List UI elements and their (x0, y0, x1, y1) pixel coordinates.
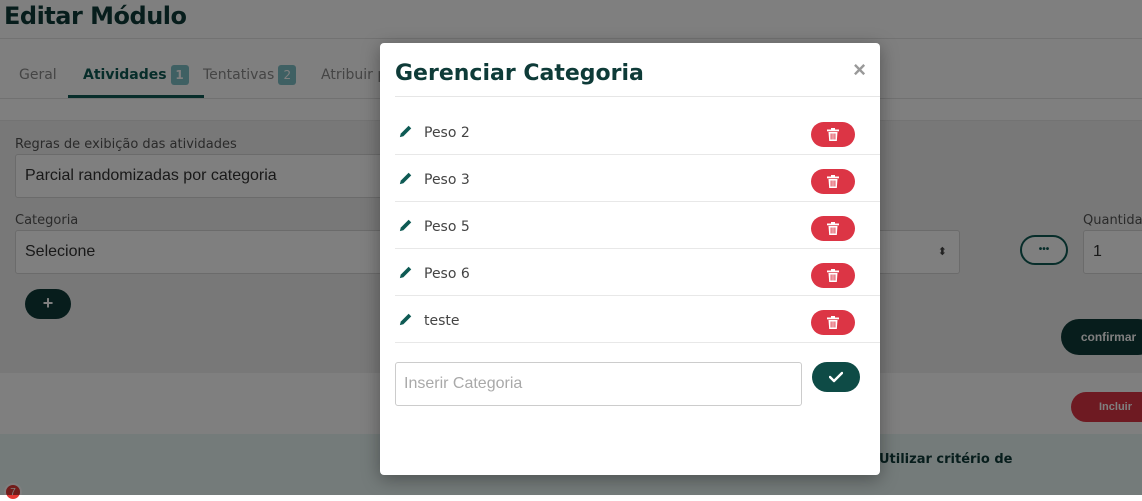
category-row: Peso 6 (395, 249, 880, 296)
modal-title: Gerenciar Categoria (395, 61, 644, 86)
category-name: teste (424, 313, 460, 329)
category-name: Peso 6 (424, 266, 470, 282)
category-name: Peso 5 (424, 219, 470, 235)
trash-icon (827, 222, 839, 235)
delete-category-button[interactable] (811, 263, 855, 288)
delete-category-button[interactable] (811, 216, 855, 241)
category-row: Peso 5 (395, 202, 880, 249)
trash-icon (827, 269, 839, 282)
pencil-icon[interactable] (399, 312, 413, 326)
trash-icon (827, 316, 839, 329)
delete-category-button[interactable] (811, 122, 855, 147)
pencil-icon[interactable] (399, 171, 413, 185)
category-row: Peso 2 (395, 108, 880, 155)
manage-category-modal: Gerenciar Categoria × Peso 2 Peso 3 Peso 5… (380, 43, 880, 475)
category-name: Peso 3 (424, 172, 470, 188)
check-icon (829, 371, 843, 383)
modal-divider (395, 96, 880, 97)
category-name: Peso 2 (424, 125, 470, 141)
delete-category-button[interactable] (811, 310, 855, 335)
delete-category-button[interactable] (811, 169, 855, 194)
trash-icon (827, 128, 839, 141)
category-list: Peso 2 Peso 3 Peso 5 Peso 6 teste (395, 108, 880, 343)
category-row: teste (395, 296, 880, 343)
new-category-input[interactable] (395, 362, 802, 406)
close-icon[interactable]: × (853, 57, 866, 83)
category-row: Peso 3 (395, 155, 880, 202)
pencil-icon[interactable] (399, 124, 413, 138)
pencil-icon[interactable] (399, 265, 413, 279)
trash-icon (827, 175, 839, 188)
add-category-confirm-button[interactable] (812, 362, 860, 392)
pencil-icon[interactable] (399, 218, 413, 232)
